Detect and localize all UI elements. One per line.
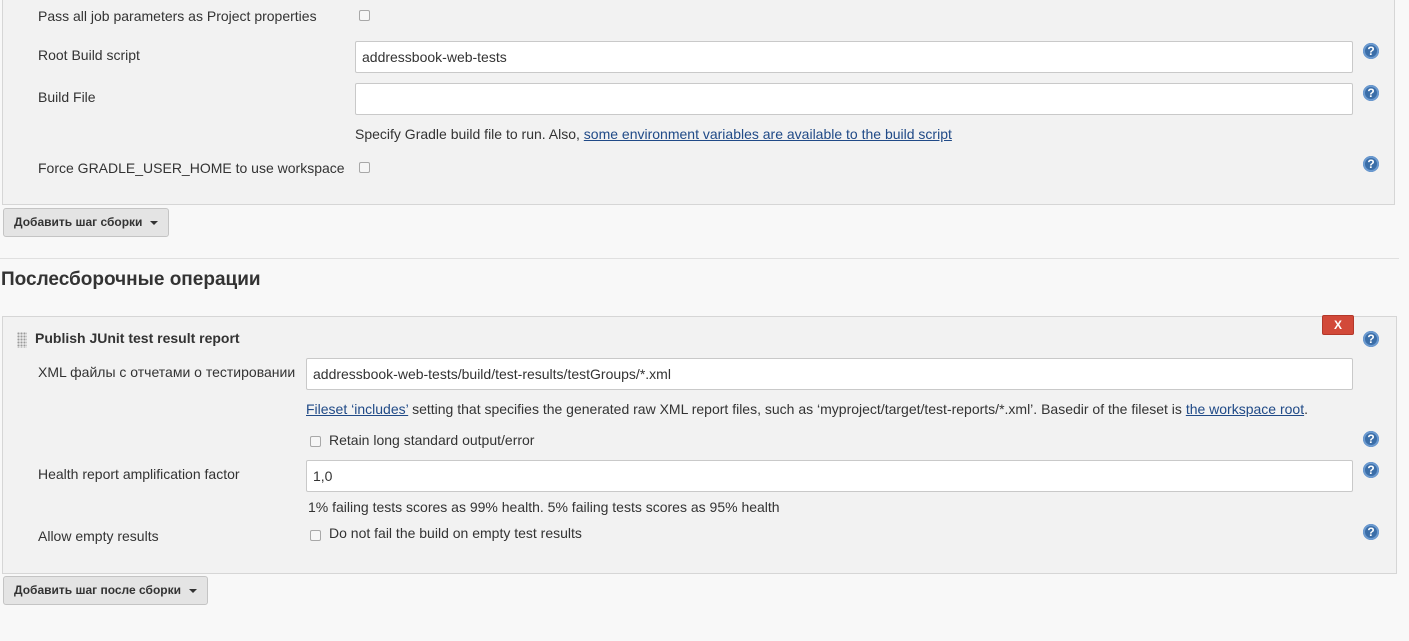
allow-empty-label: Allow empty results (38, 528, 159, 544)
caret-down-icon (189, 588, 197, 593)
force-home-label: Force GRADLE_USER_HOME to use workspace (38, 160, 345, 176)
pass-params-label: Pass all job parameters as Project prope… (38, 8, 317, 24)
help-icon[interactable]: ? (1363, 331, 1379, 347)
help-icon[interactable]: ? (1363, 431, 1379, 447)
add-build-step-label: Добавить шаг сборки (14, 215, 143, 229)
publisher-title: Publish JUnit test result report (35, 330, 240, 346)
allow-empty-checkbox[interactable] (310, 530, 321, 541)
health-label: Health report amplification factor (38, 466, 240, 482)
drag-handle-icon[interactable] (17, 332, 27, 348)
add-post-build-step-button[interactable]: Добавить шаг после сборки (3, 576, 208, 605)
section-divider (0, 258, 1399, 259)
xml-hint-end: . (1304, 401, 1308, 417)
force-home-checkbox[interactable] (359, 162, 370, 173)
help-icon[interactable]: ? (1363, 156, 1379, 172)
help-icon[interactable]: ? (1363, 524, 1379, 540)
fileset-includes-link[interactable]: Fileset ‘includes’ (306, 401, 408, 417)
health-hint: 1% failing tests scores as 99% health. 5… (308, 499, 780, 515)
build-file-input[interactable] (355, 83, 1353, 115)
help-icon[interactable]: ? (1363, 43, 1379, 59)
build-file-hint: Specify Gradle build file to run. Also, … (355, 126, 952, 142)
caret-down-icon (150, 220, 159, 225)
build-file-label: Build File (38, 89, 96, 105)
workspace-root-link[interactable]: the workspace root (1186, 401, 1304, 417)
root-script-label: Root Build script (38, 47, 140, 63)
publisher-panel (2, 316, 1397, 574)
help-icon[interactable]: ? (1363, 462, 1379, 478)
add-post-build-step-label: Добавить шаг после сборки (14, 583, 181, 597)
root-script-input[interactable]: addressbook-web-tests (355, 41, 1353, 73)
xml-files-input[interactable]: addressbook-web-tests/build/test-results… (306, 358, 1353, 390)
health-factor-input[interactable]: 1,0 (306, 460, 1353, 492)
xml-label: XML файлы с отчетами о тестировании (38, 364, 296, 380)
help-icon[interactable]: ? (1363, 85, 1379, 101)
build-file-hint-text: Specify Gradle build file to run. Also, (355, 126, 584, 142)
add-build-step-button[interactable]: Добавить шаг сборки (3, 208, 170, 237)
xml-hint: Fileset ‘includes’ setting that specifie… (306, 401, 1308, 417)
section-title: Послесборочные операции (1, 269, 261, 290)
pass-params-checkbox[interactable] (359, 10, 370, 21)
env-vars-link[interactable]: some environment variables are available… (584, 126, 952, 142)
retain-output-label: Retain long standard output/error (329, 432, 535, 448)
xml-hint-text: setting that specifies the generated raw… (408, 401, 1186, 417)
allow-empty-checkbox-label: Do not fail the build on empty test resu… (329, 525, 582, 541)
delete-publisher-button[interactable]: X (1322, 315, 1354, 335)
retain-output-checkbox[interactable] (310, 436, 321, 447)
